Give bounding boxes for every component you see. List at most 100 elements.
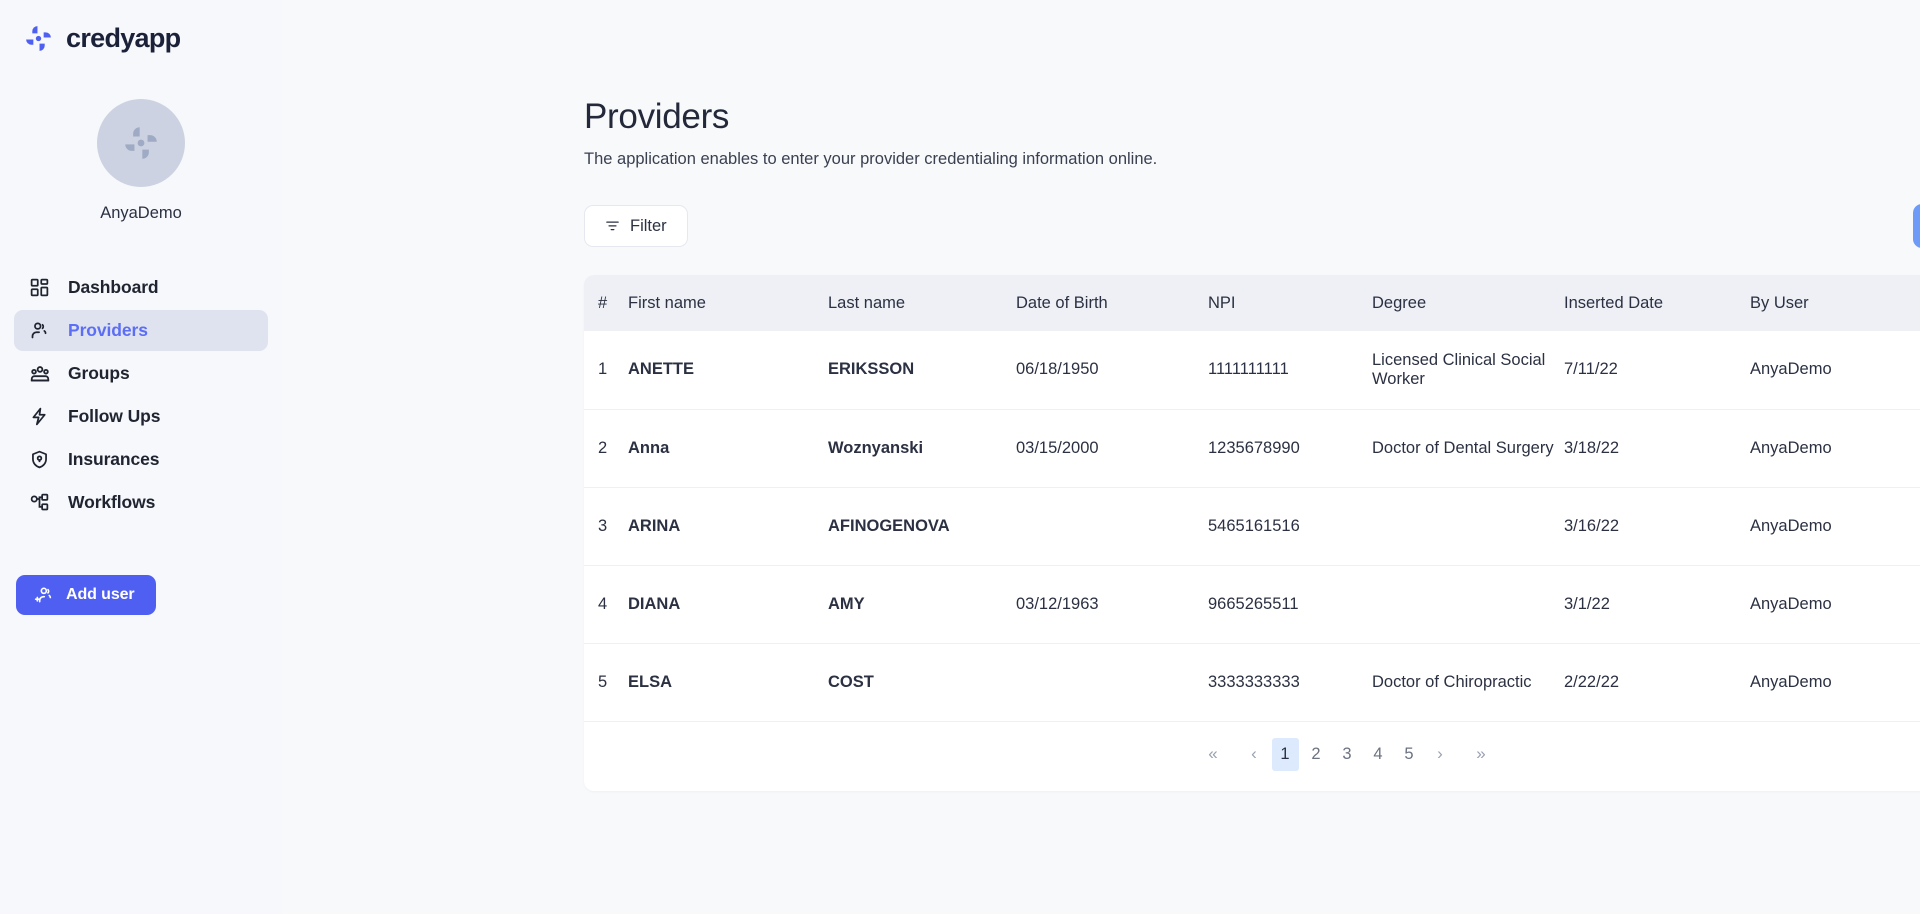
user-profile-icon [28, 319, 51, 342]
brand-logo[interactable]: credyapp [0, 14, 282, 55]
sidebar-item-dashboard[interactable]: Dashboard [14, 267, 268, 308]
avatar [97, 99, 185, 187]
sidebar-item-groups[interactable]: Groups [14, 353, 268, 394]
cell-degree [1372, 565, 1564, 644]
cell-npi: 9665265511 [1208, 565, 1372, 644]
page-content: Providers The application enables to ent… [282, 66, 1920, 791]
credyapp-pinwheel-logo [22, 22, 55, 55]
sidebar-item-label: Workflows [68, 492, 156, 512]
table-header-row: # First name Last name Date of Birth NPI… [584, 275, 1920, 331]
cell-by-user: AnyaDemo [1750, 565, 1920, 644]
filter-label: Filter [630, 216, 667, 235]
cell-inserted-date: 3/1/22 [1564, 565, 1750, 644]
cell-last-name: AFINOGENOVA [828, 487, 1016, 566]
pagination-prev-button[interactable]: ‹ [1241, 738, 1268, 771]
cell-by-user: AnyaDemo [1750, 409, 1920, 488]
sidebar-item-label: Dashboard [68, 277, 159, 297]
providers-table: # First name Last name Date of Birth NPI… [584, 275, 1920, 722]
sidebar-item-label: Follow Ups [68, 406, 161, 426]
cell-inserted-date: 3/16/22 [1564, 487, 1750, 566]
table-row[interactable]: 4 DIANA AMY 03/12/1963 9665265511 3/1/22 AnyaD… [584, 565, 1920, 644]
app-root: credyapp AnyaDemo Dashboard Providers Gr… [0, 0, 1920, 914]
sidebar-item-insurances[interactable]: Insurances [14, 439, 268, 480]
sidebar-profile: AnyaDemo [0, 99, 282, 223]
sidebar-item-providers[interactable]: Providers [14, 310, 268, 351]
add-user-button[interactable]: Add user [16, 575, 156, 615]
cell-degree: Doctor of Chiropractic [1372, 643, 1564, 722]
cell-first-name: ANETTE [628, 331, 828, 410]
column-header-first-name[interactable]: First name [628, 275, 828, 331]
providers-table-card: # First name Last name Date of Birth NPI… [584, 275, 1920, 791]
credyapp-pinwheel-avatar [125, 127, 157, 159]
cell-first-name: ARINA [628, 487, 828, 566]
cell-index: 3 [584, 487, 628, 566]
column-header-npi[interactable]: NPI [1208, 275, 1372, 331]
workflow-nodes-icon [28, 491, 51, 514]
cell-by-user: AnyaDemo [1750, 487, 1920, 566]
sidebar-item-follow-ups[interactable]: Follow Ups [14, 396, 268, 437]
column-header-degree[interactable]: Degree [1372, 275, 1564, 331]
table-row[interactable]: 2 Anna Woznyanski 03/15/2000 1235678990 Docto… [584, 409, 1920, 488]
cell-last-name: AMY [828, 565, 1016, 644]
cell-npi: 5465161516 [1208, 487, 1372, 566]
sidebar-item-label: Providers [68, 320, 148, 340]
cell-date-of-birth: 03/12/1963 [1016, 565, 1208, 644]
filter-button[interactable]: Filter [584, 205, 688, 247]
cell-npi: 3333333333 [1208, 643, 1372, 722]
cell-index: 2 [584, 409, 628, 488]
add-new-provider-button[interactable]: + Add new provider [1912, 204, 1920, 248]
cell-first-name: ELSA [628, 643, 828, 722]
cell-inserted-date: 3/18/22 [1564, 409, 1750, 488]
topbar: Hello, AnyaDemo [282, 0, 1920, 66]
table-body: 1 ANETTE ERIKSSON 06/18/1950 1111111111 Licen… [584, 331, 1920, 722]
cell-last-name: ERIKSSON [828, 331, 1016, 410]
cell-inserted-date: 2/22/22 [1564, 643, 1750, 722]
cell-last-name: COST [828, 643, 1016, 722]
table-head: # First name Last name Date of Birth NPI… [584, 275, 1920, 331]
cell-by-user: AnyaDemo [1750, 331, 1920, 410]
cell-date-of-birth: 06/18/1950 [1016, 331, 1208, 410]
pagination-page-2[interactable]: 2 [1303, 738, 1330, 771]
cell-index: 1 [584, 331, 628, 410]
column-header-by-user[interactable]: By User [1750, 275, 1920, 331]
sidebar-item-label: Insurances [68, 449, 160, 469]
table-row[interactable]: 1 ANETTE ERIKSSON 06/18/1950 1111111111 Licen… [584, 331, 1920, 410]
cell-inserted-date: 7/11/22 [1564, 331, 1750, 410]
column-header-inserted-date[interactable]: Inserted Date [1564, 275, 1750, 331]
profile-name: AnyaDemo [100, 204, 182, 222]
brand-name: credyapp [66, 23, 181, 53]
pagination-first-button[interactable]: « [1200, 738, 1227, 771]
pagination-next-button[interactable]: › [1427, 738, 1454, 771]
sidebar: credyapp AnyaDemo Dashboard Providers Gr… [0, 0, 282, 914]
page-title: Providers [584, 97, 730, 136]
shield-check-icon [28, 448, 51, 471]
column-header-date-of-birth[interactable]: Date of Birth [1016, 275, 1208, 331]
cell-npi: 1111111111 [1208, 331, 1372, 410]
table-row[interactable]: 3 ARINA AFINOGENOVA 5465161516 3/16/22 AnyaDe… [584, 487, 1920, 566]
cell-degree: Licensed Clinical Social Worker [1372, 331, 1564, 410]
add-user-label: Add user [66, 586, 135, 603]
page-subtitle: The application enables to enter your pr… [584, 150, 1158, 168]
pagination-page-5[interactable]: 5 [1396, 738, 1423, 771]
funnel-filter-icon [605, 219, 620, 234]
column-header-index[interactable]: # [584, 275, 628, 331]
sidebar-item-workflows[interactable]: Workflows [14, 482, 268, 523]
sidebar-item-label: Groups [68, 363, 130, 383]
pagination-last-button[interactable]: » [1468, 738, 1495, 771]
cell-index: 4 [584, 565, 628, 644]
cell-last-name: Woznyanski [828, 409, 1016, 488]
pagination-pages: 12345 [1271, 737, 1423, 771]
main-area: Hello, AnyaDemo Providers The applicatio… [282, 0, 1920, 914]
pagination-page-4[interactable]: 4 [1365, 738, 1392, 771]
add-user-icon [33, 585, 53, 605]
cell-date-of-birth [1016, 643, 1208, 722]
column-header-last-name[interactable]: Last name [828, 275, 1016, 331]
lightning-bolt-icon [28, 405, 51, 428]
pagination-page-3[interactable]: 3 [1334, 738, 1361, 771]
sidebar-nav: Dashboard Providers Groups Follow Ups In… [0, 267, 282, 523]
pagination-page-1[interactable]: 1 [1271, 737, 1299, 771]
cell-degree [1372, 487, 1564, 566]
group-people-icon [28, 362, 51, 385]
cell-degree: Doctor of Dental Surgery [1372, 409, 1564, 488]
table-row[interactable]: 5 ELSA COST 3333333333 Doctor of Chiropracti… [584, 643, 1920, 722]
